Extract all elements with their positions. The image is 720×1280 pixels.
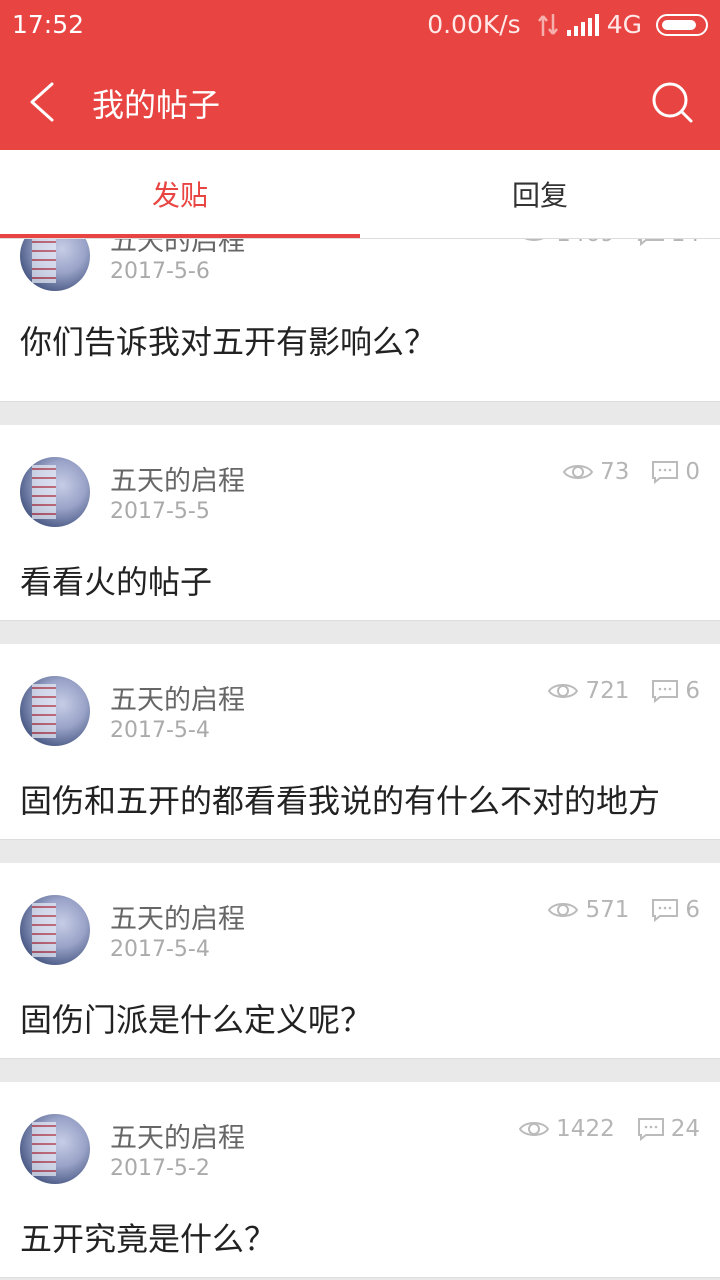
post-stats: 1422 24: [518, 1116, 700, 1142]
post-stats: 721 6: [547, 678, 700, 704]
post-author[interactable]: 五天的启程: [110, 459, 245, 498]
post-list[interactable]: 五天的启程 2017-5-6 1469 14 你们告诉我对五开有影响么？ 五天的…: [0, 239, 720, 1280]
post-card[interactable]: 五天的启程 2017-5-4 571 6 固伤门派是什么定义呢？: [0, 863, 720, 1059]
status-indicators: 0.00K/s 4G: [427, 10, 708, 39]
back-arrow-icon: [30, 82, 54, 122]
post-date: 2017-5-2: [110, 1156, 210, 1181]
post-author[interactable]: 五天的启程: [110, 1116, 245, 1155]
search-icon: [652, 82, 693, 123]
app-bar: 我的帖子: [0, 52, 720, 150]
post-author[interactable]: 五天的启程: [110, 897, 245, 936]
active-tab-indicator: [0, 234, 360, 238]
search-button[interactable]: [642, 72, 702, 132]
comment-count: 14: [671, 239, 700, 247]
post-title[interactable]: 固伤和五开的都看看我说的有什么不对的地方: [20, 776, 660, 822]
eye-icon: [548, 903, 579, 917]
avatar[interactable]: [20, 457, 90, 527]
view-count: 73: [600, 459, 630, 485]
post-date: 2017-5-4: [110, 937, 210, 962]
post-stats: 571 6: [547, 897, 700, 923]
data-transfer-icon: [537, 12, 559, 38]
view-count: 1469: [556, 239, 615, 247]
comment-icon: [652, 899, 679, 922]
avatar[interactable]: [20, 895, 90, 965]
post-author[interactable]: 五天的启程: [110, 678, 245, 717]
comment-count: 6: [685, 897, 700, 923]
eye-icon: [518, 1122, 550, 1136]
post-card[interactable]: 五天的启程 2017-5-4 721 6 固伤和五开的都看看我说的有什么不对的地…: [0, 644, 720, 840]
eye-icon: [548, 684, 579, 698]
post-stats: 1469 14: [518, 239, 700, 247]
status-bar: 17:52 0.00K/s 4G: [0, 0, 720, 52]
comment-count: 6: [685, 678, 700, 704]
comment-icon: [637, 1118, 664, 1141]
comment-count: 24: [670, 1116, 700, 1142]
view-count: 1422: [556, 1116, 615, 1142]
avatar[interactable]: [20, 1114, 90, 1184]
signal-strength-icon: [566, 13, 599, 36]
post-title[interactable]: 你们告诉我对五开有影响么？: [20, 317, 436, 363]
network-speed: 0.00K/s: [427, 10, 521, 39]
view-count: 571: [585, 897, 630, 923]
post-card[interactable]: 五天的启程 2017-5-6 1469 14 你们告诉我对五开有影响么？: [0, 239, 720, 402]
network-type: 4G: [606, 10, 642, 39]
tab-bar: 发贴 回复: [0, 150, 720, 239]
eye-icon: [524, 239, 544, 241]
post-card[interactable]: 五天的启程 2017-5-2 1422 24 五开究竟是什么？: [0, 1082, 720, 1278]
post-title[interactable]: 看看火的帖子: [20, 557, 212, 603]
post-date: 2017-5-4: [110, 718, 210, 743]
avatar[interactable]: [20, 239, 90, 291]
post-title[interactable]: 五开究竟是什么？: [20, 1214, 276, 1260]
comment-icon: [652, 461, 679, 484]
comment-icon: [652, 680, 679, 703]
battery-icon: [656, 13, 708, 36]
tab-replies[interactable]: 回复: [360, 150, 720, 238]
post-stats: 73 0: [562, 459, 700, 485]
post-date: 2017-5-6: [110, 259, 210, 284]
post-author[interactable]: 五天的启程: [110, 239, 245, 258]
comment-icon: [637, 239, 664, 246]
comment-count: 0: [685, 459, 700, 485]
view-count: 721: [585, 678, 630, 704]
page-title: 我的帖子: [92, 86, 221, 124]
post-date: 2017-5-5: [110, 499, 210, 524]
eye-icon: [562, 465, 594, 479]
post-card[interactable]: 五天的启程 2017-5-5 73 0 看看火的帖子: [0, 425, 720, 621]
status-time: 17:52: [12, 10, 85, 39]
back-button[interactable]: [14, 72, 74, 132]
avatar[interactable]: [20, 676, 90, 746]
tab-posts[interactable]: 发贴: [0, 150, 360, 238]
post-title[interactable]: 固伤门派是什么定义呢？: [20, 995, 372, 1041]
